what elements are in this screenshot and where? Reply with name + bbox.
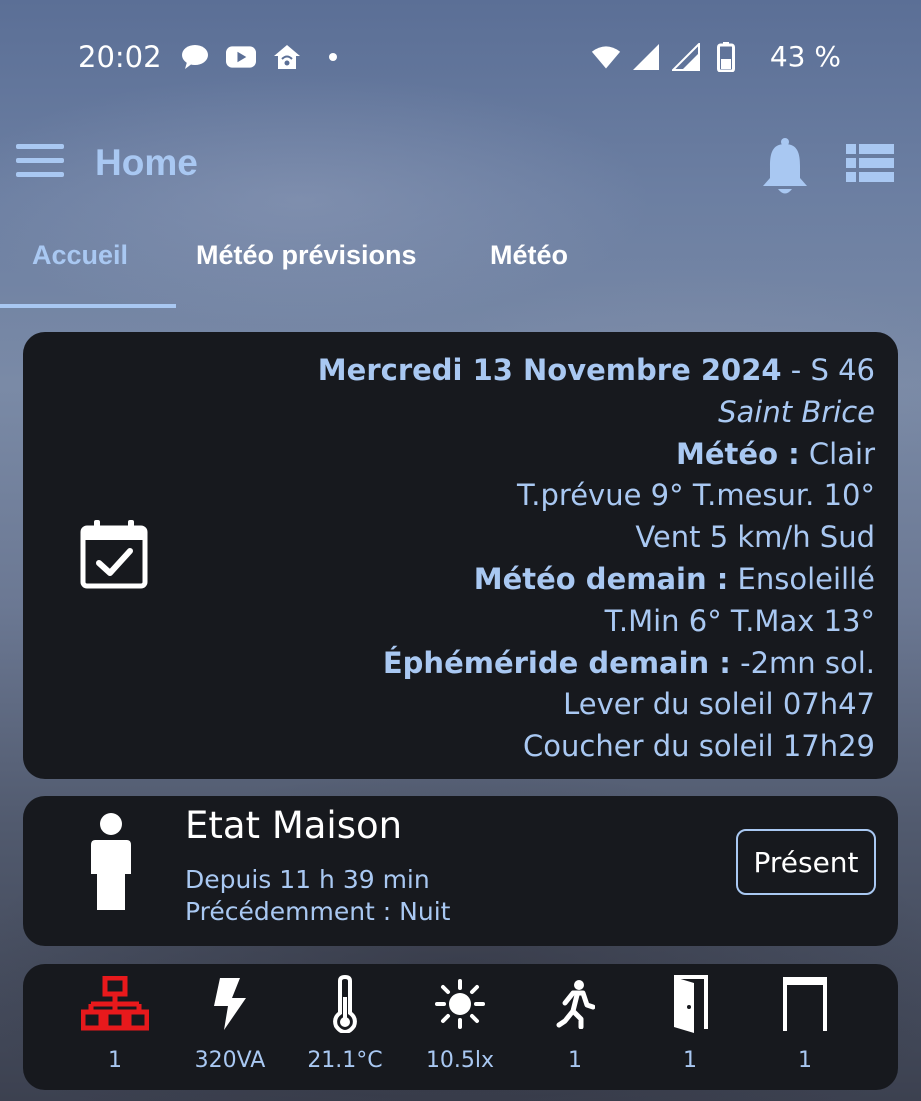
house-status-card[interactable]: Etat Maison Depuis 11 h 39 min Précédemm… — [23, 796, 898, 946]
sensor-value: 10.5lx — [425, 1048, 495, 1073]
status-time: 20:02 — [78, 40, 162, 74]
previous-state: Précédemment : Nuit — [185, 897, 451, 926]
list-view-button[interactable] — [846, 144, 896, 184]
ephemeris-label: Éphéméride demain : — [382, 645, 731, 680]
calendar-info: Mercredi 13 Novembre 2024 - S 46 Saint B… — [318, 350, 875, 768]
tab-bar: Accueil Météo prévisions Météo — [0, 228, 921, 310]
calendar-check-icon — [80, 520, 148, 589]
sensor-value: 320VA — [194, 1048, 266, 1073]
lightning-icon — [214, 978, 246, 1030]
network-icon — [81, 976, 149, 1031]
signal-icon — [631, 42, 661, 72]
week-number: - S 46 — [781, 353, 875, 387]
tab-indicator — [0, 304, 176, 308]
battery-percent: 43 % — [769, 40, 841, 73]
tomorrow-value: Ensoleillé — [728, 561, 875, 596]
since-duration: Depuis 11 h 39 min — [185, 865, 430, 894]
sensors-card: 1 320VA 21.1°C 10.5lx 1 1 1 — [23, 964, 898, 1090]
sensor-light[interactable]: 10.5lx — [405, 974, 515, 1073]
sensor-temperature[interactable]: 21.1°C — [290, 974, 400, 1073]
garage-door-icon — [783, 977, 827, 1031]
notifications-button[interactable] — [760, 136, 810, 196]
sensor-value: 1 — [568, 1048, 582, 1073]
location: Saint Brice — [718, 394, 875, 429]
signal-icon — [671, 42, 701, 72]
sun-icon — [435, 979, 485, 1029]
presence-status-button[interactable]: Présent — [736, 829, 876, 895]
ephemeris-line: Éphéméride demain : -2mn sol. — [318, 643, 875, 685]
tomorrow-temps-line: T.Min 6° T.Max 13° — [604, 603, 875, 638]
weather-value: Clair — [799, 436, 875, 471]
thermometer-icon — [333, 975, 357, 1033]
house-details: Depuis 11 h 39 min Précédemment : Nuit — [185, 864, 450, 928]
sensor-door[interactable]: 1 — [635, 974, 745, 1073]
tab-meteo[interactable]: Météo — [490, 240, 568, 271]
sensor-value: 1 — [108, 1048, 122, 1073]
sunset-line: Coucher du soleil 17h29 — [523, 729, 875, 764]
door-open-icon — [674, 975, 708, 1033]
weather-line: Météo : Clair — [318, 434, 875, 476]
menu-button[interactable] — [16, 144, 66, 184]
tomorrow-weather-line: Météo demain : Ensoleillé — [318, 559, 875, 601]
calendar-card[interactable]: Mercredi 13 Novembre 2024 - S 46 Saint B… — [23, 332, 898, 779]
ephemeris-value: -2mn sol. — [730, 645, 875, 680]
weather-label: Météo : — [676, 436, 800, 471]
tab-accueil[interactable]: Accueil — [32, 240, 128, 271]
sensor-garage[interactable]: 1 — [750, 974, 860, 1073]
house-title: Etat Maison — [185, 804, 403, 847]
sensor-value: 1 — [683, 1048, 697, 1073]
home-wifi-icon — [272, 42, 302, 72]
dot-icon — [318, 42, 348, 72]
battery-icon — [711, 42, 741, 72]
sunrise-line: Lever du soleil 07h47 — [563, 687, 875, 722]
sensor-power[interactable]: 320VA — [175, 974, 285, 1073]
date: Mercredi 13 Novembre 2024 — [317, 353, 782, 387]
youtube-icon — [226, 42, 256, 72]
walking-person-icon — [556, 980, 595, 1029]
date-line: Mercredi 13 Novembre 2024 - S 46 — [318, 350, 875, 392]
tomorrow-label: Météo demain : — [473, 561, 729, 596]
chat-icon — [180, 42, 210, 72]
person-icon — [91, 813, 131, 910]
bell-icon — [763, 138, 807, 194]
sensor-value: 1 — [798, 1048, 812, 1073]
app-bar: Home — [0, 130, 921, 202]
app-title: Home — [95, 142, 198, 183]
system-icons — [591, 42, 741, 72]
temperature-line: T.prévue 9° T.mesur. 10° — [517, 478, 875, 513]
tab-meteo-previsions[interactable]: Météo prévisions — [196, 240, 417, 271]
wind-line: Vent 5 km/h Sud — [635, 520, 875, 555]
sensor-value: 21.1°C — [307, 1048, 383, 1073]
sensor-motion[interactable]: 1 — [520, 974, 630, 1073]
status-bar: 20:02 43 % — [0, 0, 921, 115]
notification-icons — [180, 42, 348, 72]
list-icon — [846, 144, 894, 182]
wifi-icon — [591, 42, 621, 72]
sensor-network[interactable]: 1 — [60, 974, 170, 1073]
